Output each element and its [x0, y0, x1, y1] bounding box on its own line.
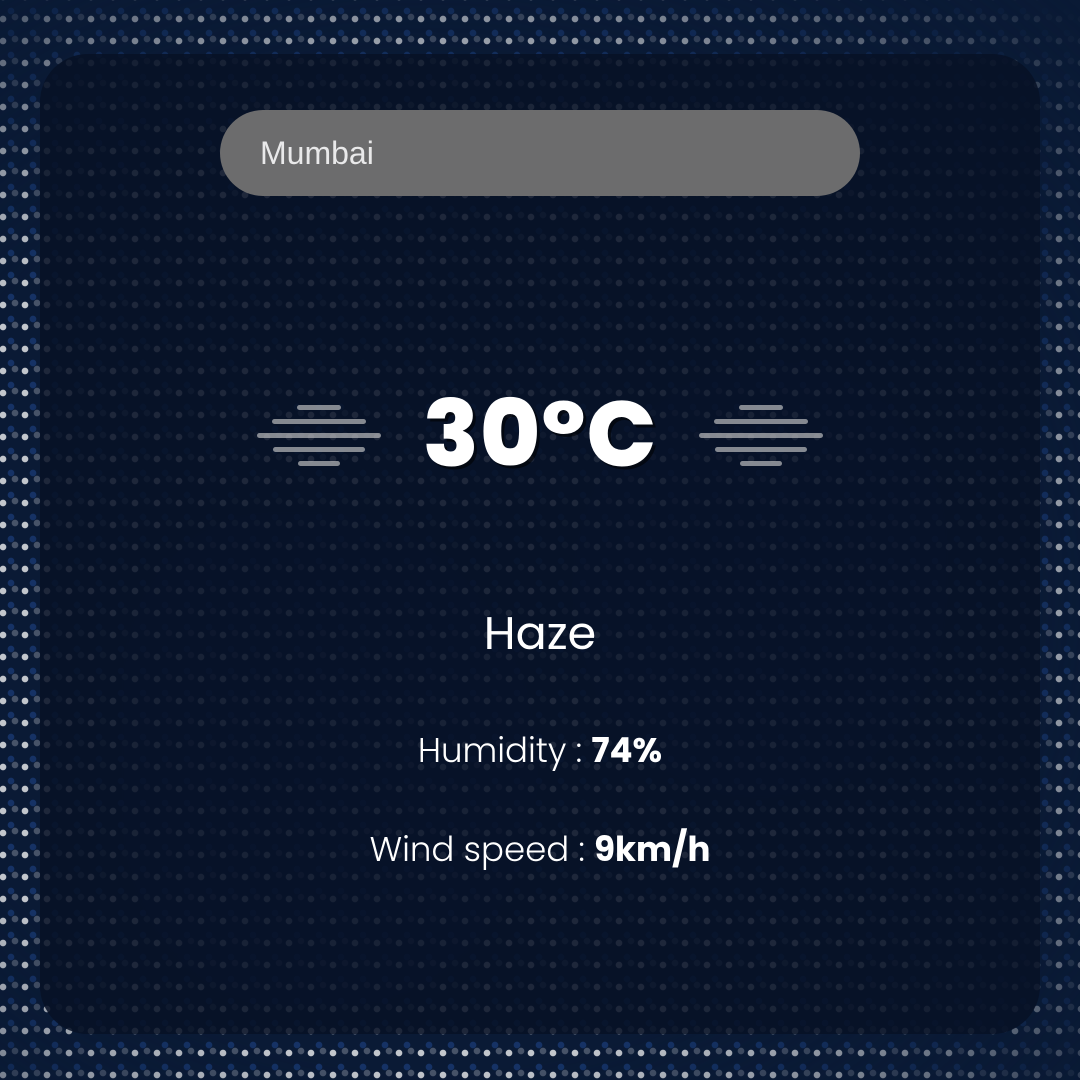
wind-value: 9km/h — [594, 825, 710, 873]
humidity-label: Humidity : — [418, 726, 591, 774]
condition-label: Haze — [484, 600, 596, 669]
city-search-input[interactable] — [220, 110, 860, 196]
weather-card: 30°C Haze Humidity : 74% Wind speed : 9k… — [40, 54, 1040, 1034]
wind-label: Wind speed : — [370, 825, 595, 873]
temperature-row: 30°C — [253, 366, 827, 504]
haze-icon — [695, 399, 827, 471]
humidity-stat: Humidity : 74% — [418, 725, 662, 776]
temperature-value: 30°C — [423, 366, 657, 504]
wind-stat: Wind speed : 9km/h — [370, 824, 711, 875]
haze-icon — [253, 399, 385, 471]
humidity-value: 74% — [591, 726, 662, 774]
